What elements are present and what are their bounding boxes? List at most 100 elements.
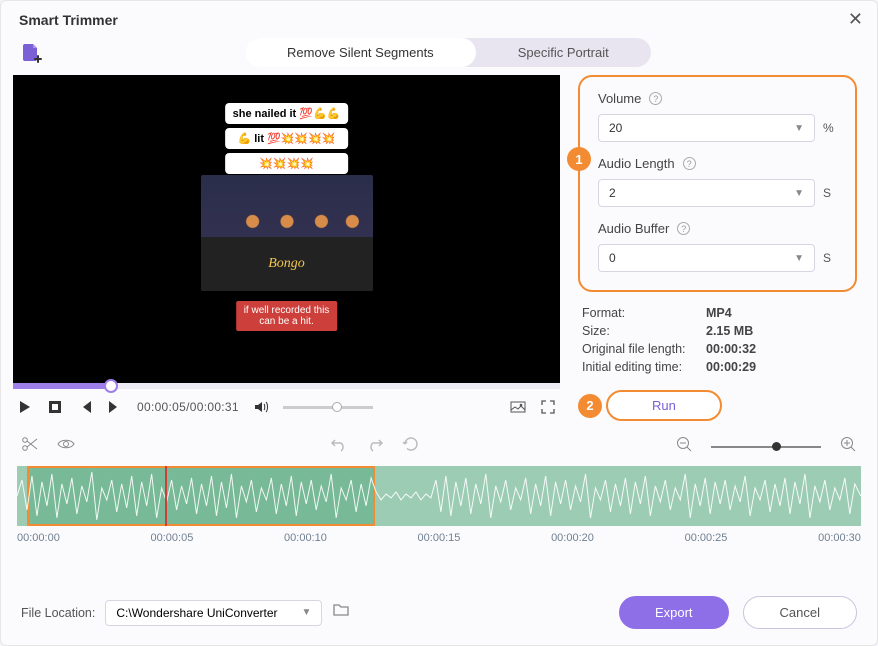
eye-icon[interactable] xyxy=(57,435,75,458)
callout-badge-1: 1 xyxy=(567,147,591,171)
help-icon[interactable]: ? xyxy=(677,222,690,235)
volume-value: 20 xyxy=(609,121,622,135)
volume-unit: % xyxy=(823,121,837,135)
orig-length-value: 00:00:32 xyxy=(706,342,756,356)
zoom-in-icon[interactable] xyxy=(839,435,857,458)
redo-icon[interactable] xyxy=(366,435,384,458)
add-media-icon[interactable] xyxy=(19,41,43,65)
audio-length-unit: S xyxy=(823,186,837,200)
file-location-select[interactable]: C:\Wondershare UniConverter ▼ xyxy=(105,600,322,626)
folder-icon[interactable] xyxy=(332,601,350,624)
ruler-tick: 00:00:05 xyxy=(151,532,194,544)
caption-line-2: can be a hit. xyxy=(244,316,330,327)
file-info: Format:MP4 Size:2.15 MB Original file le… xyxy=(578,306,857,374)
caption-overlay: if well recorded this can be a hit. xyxy=(236,301,338,331)
chevron-down-icon: ▼ xyxy=(302,607,312,618)
sticker-text-2: 💪 lit 💯💥💥💥💥 xyxy=(225,128,349,149)
size-value: 2.15 MB xyxy=(706,324,753,338)
close-icon[interactable]: ✕ xyxy=(848,9,863,30)
playback-fill xyxy=(13,383,111,389)
playback-slider[interactable] xyxy=(13,383,560,389)
cut-icon[interactable] xyxy=(21,435,39,458)
ruler-tick: 00:00:25 xyxy=(685,532,728,544)
settings-panel: 1 Volume? 20▼ % Audio Length? 2▼ S xyxy=(578,75,857,292)
fullscreen-icon[interactable] xyxy=(540,399,556,415)
audio-length-label: Audio Length xyxy=(598,156,675,171)
format-label: Format: xyxy=(582,306,706,320)
init-time-label: Initial editing time: xyxy=(582,360,706,374)
format-value: MP4 xyxy=(706,306,732,320)
zoom-slider[interactable] xyxy=(711,446,821,448)
volume-field: Volume? 20 ▼ % xyxy=(598,91,837,142)
play-icon[interactable] xyxy=(17,399,33,415)
file-location-label: File Location: xyxy=(21,606,95,620)
chevron-down-icon: ▼ xyxy=(794,253,804,264)
init-time-value: 00:00:29 xyxy=(706,360,756,374)
stop-icon[interactable] xyxy=(47,399,63,415)
cancel-button[interactable]: Cancel xyxy=(743,596,857,629)
time-total: 00:00:31 xyxy=(190,400,239,414)
timeline-toolbar xyxy=(1,425,877,466)
export-button[interactable]: Export xyxy=(619,596,729,629)
ruler-tick: 00:00:20 xyxy=(551,532,594,544)
mode-tabs: Remove Silent Segments Specific Portrait xyxy=(245,38,651,67)
tab-specific-portrait[interactable]: Specific Portrait xyxy=(476,38,651,67)
audio-buffer-select[interactable]: 0▼ xyxy=(598,244,815,272)
title-bar: Smart Trimmer ✕ xyxy=(1,1,877,34)
audio-length-field: Audio Length? 2▼ S xyxy=(598,156,837,207)
volume-thumb[interactable] xyxy=(332,402,342,412)
volume-select[interactable]: 20 ▼ xyxy=(598,114,815,142)
snapshot-icon[interactable] xyxy=(510,399,526,415)
reset-icon[interactable] xyxy=(402,435,420,458)
zoom-thumb[interactable] xyxy=(772,442,781,451)
chevron-down-icon: ▼ xyxy=(794,188,804,199)
audio-buffer-label: Audio Buffer xyxy=(598,221,669,236)
audio-waveform[interactable] xyxy=(17,466,861,526)
sticker-text-1: she nailed it 💯💪💪 xyxy=(225,103,349,124)
size-label: Size: xyxy=(582,324,706,338)
smart-trimmer-window: Smart Trimmer ✕ Remove Silent Segments S… xyxy=(0,0,878,646)
ruler-tick: 00:00:10 xyxy=(284,532,327,544)
top-bar: Remove Silent Segments Specific Portrait xyxy=(1,34,877,75)
sticker-text-3: 💥💥💥💥 xyxy=(225,153,349,174)
video-preview[interactable]: she nailed it 💯💪💪 💪 lit 💯💥💥💥💥 💥💥💥💥 Bongo… xyxy=(13,75,560,383)
time-ruler: 00:00:00 00:00:05 00:00:10 00:00:15 00:0… xyxy=(1,526,877,544)
ruler-tick: 00:00:30 xyxy=(818,532,861,544)
window-title: Smart Trimmer xyxy=(19,12,118,28)
audio-length-select[interactable]: 2▼ xyxy=(598,179,815,207)
video-frame-image: Bongo xyxy=(201,175,373,291)
chevron-down-icon: ▼ xyxy=(794,123,804,134)
caption-line-1: if well recorded this xyxy=(244,305,330,316)
playback-controls: 00:00:05/00:00:31 xyxy=(13,389,560,425)
run-wrapper: 2 Run xyxy=(578,390,857,421)
help-icon[interactable]: ? xyxy=(683,157,696,170)
run-button[interactable]: Run xyxy=(606,390,722,421)
prev-frame-icon[interactable] xyxy=(77,399,93,415)
settings-column: 1 Volume? 20▼ % Audio Length? 2▼ S xyxy=(570,75,865,425)
undo-icon[interactable] xyxy=(330,435,348,458)
audio-buffer-field: Audio Buffer? 0▼ S xyxy=(598,221,837,272)
tab-remove-silent[interactable]: Remove Silent Segments xyxy=(245,38,476,67)
volume-slider[interactable] xyxy=(283,406,373,409)
audio-buffer-unit: S xyxy=(823,251,837,265)
playhead[interactable] xyxy=(165,466,167,526)
banner-text: Bongo xyxy=(268,256,305,272)
time-current: 00:00:05 xyxy=(137,400,186,414)
audio-buffer-value: 0 xyxy=(609,251,616,265)
zoom-out-icon[interactable] xyxy=(675,435,693,458)
main-area: she nailed it 💯💪💪 💪 lit 💯💥💥💥💥 💥💥💥💥 Bongo… xyxy=(1,75,877,425)
time-display: 00:00:05/00:00:31 xyxy=(137,400,239,414)
callout-badge-2: 2 xyxy=(578,394,602,418)
file-location-path: C:\Wondershare UniConverter xyxy=(116,606,277,620)
help-icon[interactable]: ? xyxy=(649,92,662,105)
bottom-bar: File Location: C:\Wondershare UniConvert… xyxy=(1,582,877,645)
volume-icon[interactable] xyxy=(253,399,269,415)
ruler-tick: 00:00:00 xyxy=(17,532,60,544)
next-frame-icon[interactable] xyxy=(107,399,123,415)
ruler-tick: 00:00:15 xyxy=(418,532,461,544)
overlay-stickers: she nailed it 💯💪💪 💪 lit 💯💥💥💥💥 💥💥💥💥 xyxy=(225,103,349,174)
volume-label: Volume xyxy=(598,91,641,106)
orig-length-label: Original file length: xyxy=(582,342,706,356)
waveform-graphic xyxy=(17,466,861,526)
preview-column: she nailed it 💯💪💪 💪 lit 💯💥💥💥💥 💥💥💥💥 Bongo… xyxy=(13,75,560,425)
